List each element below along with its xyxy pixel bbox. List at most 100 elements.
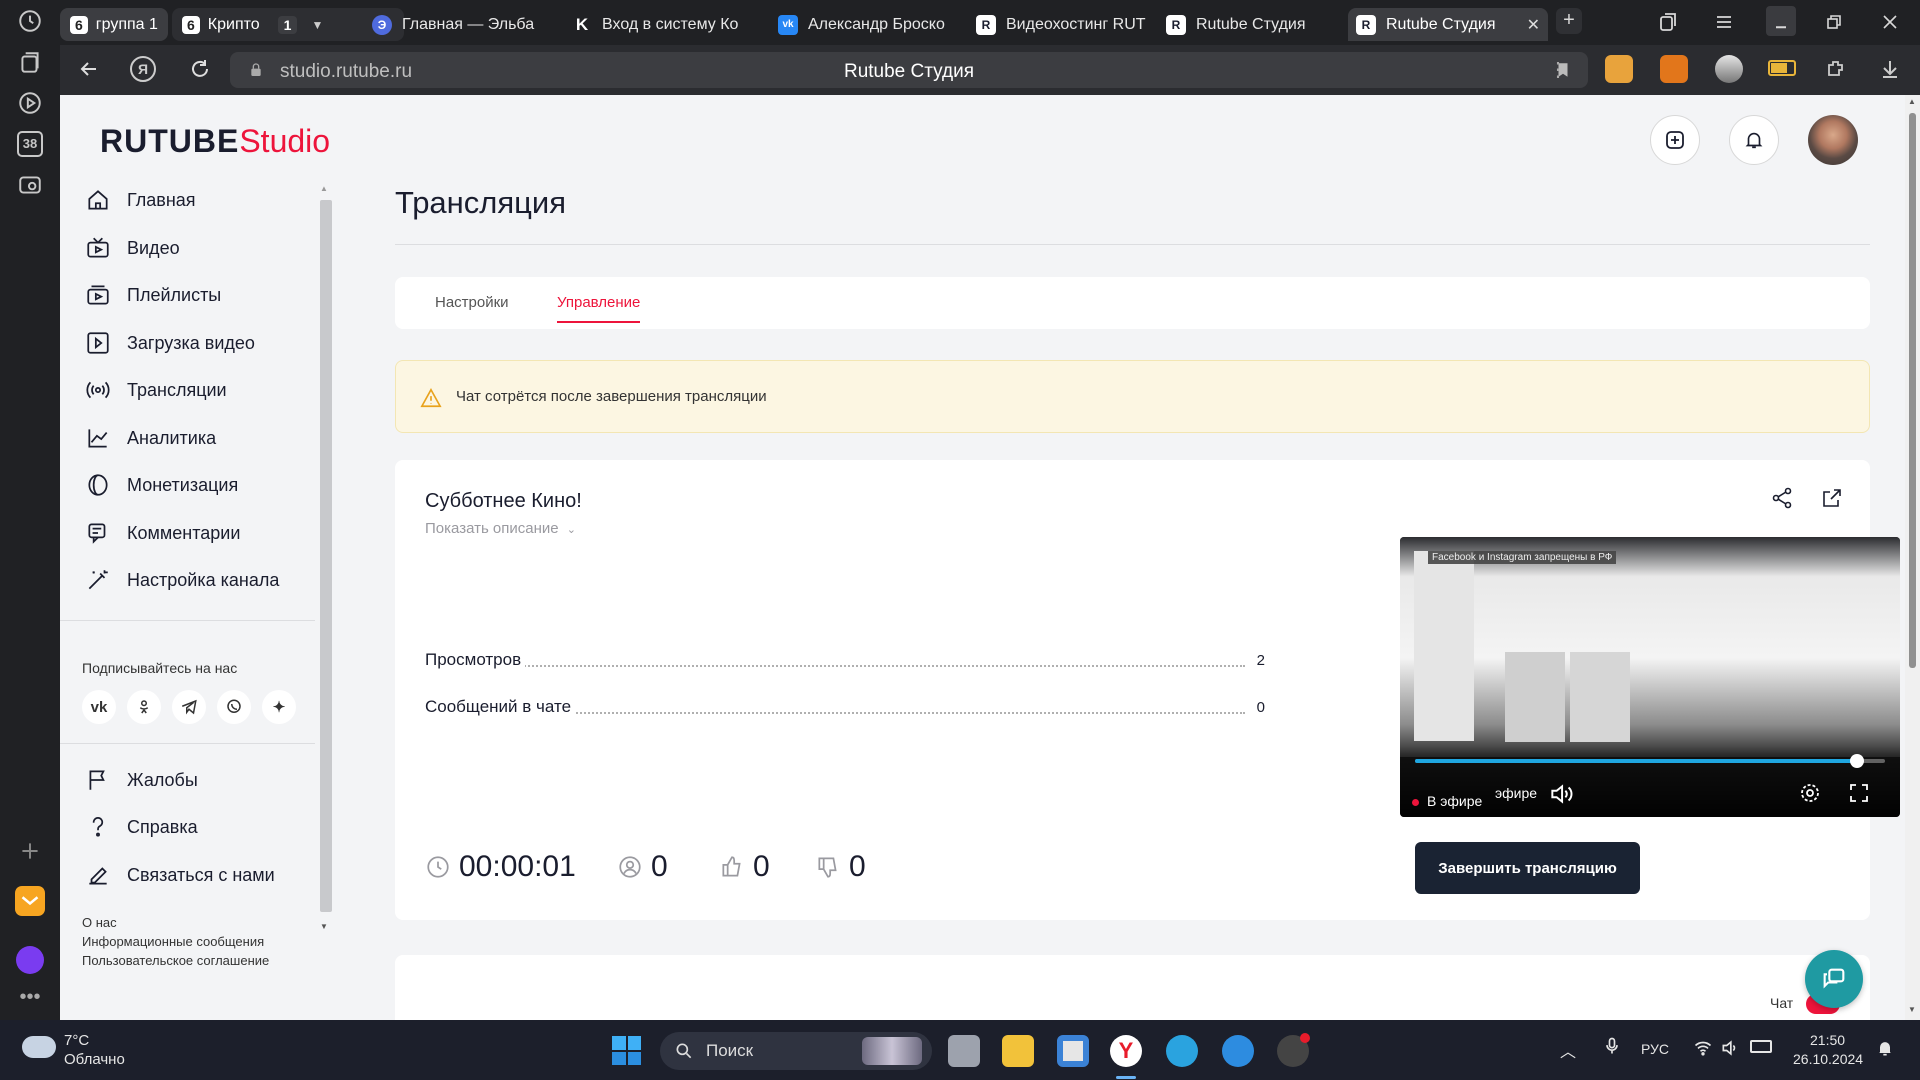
stream-duration: 00:00:01 (425, 850, 576, 884)
create-button[interactable] (1650, 115, 1700, 165)
reload-icon[interactable] (188, 57, 212, 81)
tray-chevron-up-icon[interactable]: ︿ (1560, 1038, 1576, 1062)
extension-1-icon[interactable] (1605, 55, 1633, 83)
minimize-icon[interactable] (1766, 6, 1796, 36)
new-tab-icon[interactable]: + (1556, 8, 1582, 34)
more-icon[interactable]: ••• (17, 987, 43, 1016)
mail-app-icon[interactable] (15, 886, 45, 916)
scroll-down-icon[interactable]: ▼ (1908, 1005, 1916, 1014)
sidebar-item-broadcasts[interactable]: Трансляции (85, 370, 227, 410)
tab-kontur[interactable]: K Вход в систему Ко (564, 8, 794, 41)
store-icon[interactable] (1057, 1035, 1089, 1067)
chat-support-button[interactable] (1805, 950, 1863, 1008)
sidebar-item-monetization[interactable]: Монетизация (85, 465, 238, 505)
player-progress-knob[interactable] (1849, 754, 1864, 768)
page-scrollbar[interactable]: ▲ ▼ (1905, 95, 1920, 1020)
zen-social-icon[interactable]: ✦ (262, 690, 296, 724)
notification-bell-icon[interactable] (1875, 1038, 1895, 1058)
telegram-social-icon[interactable] (172, 690, 206, 724)
rutube-studio-logo[interactable]: RUTUBEStudio (100, 123, 330, 160)
volume-tray-icon[interactable] (1720, 1038, 1740, 1058)
battery-tray-icon[interactable] (1750, 1040, 1772, 1053)
scroll-up-icon[interactable]: ▲ (1908, 97, 1916, 106)
player-progress-bar[interactable] (1415, 754, 1885, 768)
weather-desc[interactable]: Облачно (64, 1051, 125, 1068)
zoom-app-icon[interactable] (1222, 1035, 1254, 1067)
sidebar-item-home[interactable]: Главная (85, 180, 196, 220)
sidebar-item-upload[interactable]: Загрузка видео (85, 323, 255, 363)
external-link-icon[interactable] (1820, 486, 1844, 510)
screenshot-icon[interactable] (17, 172, 43, 198)
ok-social-icon[interactable] (127, 690, 161, 724)
restore-icon[interactable] (1822, 10, 1848, 36)
cloud-weather-icon[interactable] (22, 1036, 56, 1058)
scroll-down-icon[interactable]: ▼ (320, 922, 328, 931)
tab-rutube-studio-active[interactable]: R Rutube Студия ✕ (1348, 8, 1548, 41)
page-scroll-thumb[interactable] (1909, 113, 1916, 668)
add-panel-icon[interactable] (17, 838, 43, 864)
url-box[interactable]: studio.rutube.ru Rutube Студия (230, 52, 1588, 88)
share-icon[interactable] (1770, 486, 1794, 510)
extensions-icon[interactable] (1824, 57, 1848, 81)
sidebar-item-analytics[interactable]: Аналитика (85, 418, 216, 458)
windows-start-icon[interactable] (612, 1036, 641, 1065)
download-icon[interactable] (1878, 57, 1902, 81)
notifications-button[interactable] (1729, 115, 1779, 165)
volume-icon[interactable] (1548, 781, 1574, 807)
telegram-app-icon[interactable] (1166, 1035, 1198, 1067)
viber-social-icon[interactable] (217, 690, 251, 724)
weather-temp[interactable]: 7°C (64, 1032, 89, 1049)
yandex-icon[interactable]: Я (130, 56, 156, 82)
yandex-browser-icon[interactable]: Y (1110, 1035, 1142, 1067)
logo-sub-text: Studio (239, 123, 331, 159)
alice-assistant-icon[interactable] (16, 946, 44, 974)
more-vertical-icon[interactable]: ⋮ (1548, 57, 1568, 82)
scroll-up-icon[interactable]: ▲ (320, 184, 328, 193)
language-indicator[interactable]: РУС (1641, 1041, 1669, 1057)
close-window-icon[interactable] (1878, 10, 1904, 36)
sidebar-item-contact[interactable]: Связаться с нами (85, 855, 275, 895)
sidebar-scrollbar[interactable]: ▲ ▼ (316, 180, 334, 1020)
taskbar-search[interactable]: Поиск (660, 1032, 932, 1070)
sidebar-item-complaints[interactable]: Жалобы (85, 760, 198, 800)
file-explorer-icon[interactable] (1002, 1035, 1034, 1067)
video-player[interactable]: Facebook и Instagram запрещены в РФ В эф… (1400, 537, 1900, 817)
back-arrow-icon[interactable] (77, 57, 101, 81)
microphone-icon[interactable] (1602, 1036, 1622, 1056)
close-tab-icon[interactable]: ✕ (1527, 15, 1540, 35)
tab-group-1[interactable]: 6 группа 1 (60, 8, 168, 41)
sidebar-item-comments[interactable]: Комментарии (85, 513, 240, 553)
collections-icon[interactable] (17, 50, 43, 76)
calendar-badge-icon[interactable]: 38 (17, 131, 43, 157)
chevron-down-icon[interactable]: ▼ (311, 18, 323, 32)
tab-management[interactable]: Управление (557, 294, 641, 323)
footer-link-info[interactable]: Информационные сообщения (82, 934, 264, 949)
sidebar-item-playlists[interactable]: Плейлисты (85, 275, 221, 315)
footer-link-about[interactable]: О нас (82, 915, 117, 930)
clock-date[interactable]: 26.10.2024 (1793, 1051, 1863, 1067)
sidebar-item-video[interactable]: Видео (85, 228, 180, 268)
tab-list-icon[interactable] (1656, 10, 1682, 36)
history-icon[interactable] (17, 8, 43, 34)
tab-vk[interactable]: vk Александр Броско (770, 8, 980, 41)
end-broadcast-button[interactable]: Завершить трансляцию (1415, 842, 1640, 894)
tab-settings[interactable]: Настройки (435, 294, 509, 311)
play-icon[interactable] (17, 90, 43, 116)
sidebar-item-channel-settings[interactable]: Настройка канала (85, 560, 279, 600)
fullscreen-icon[interactable] (1847, 781, 1871, 805)
settings-gear-icon[interactable] (1798, 781, 1822, 805)
wifi-icon[interactable] (1693, 1038, 1713, 1058)
task-view-icon[interactable] (948, 1035, 980, 1067)
battery-extension-icon[interactable] (1768, 60, 1796, 76)
tab-elba[interactable]: Э Главная — Эльба (364, 8, 564, 41)
avatar[interactable] (1808, 115, 1858, 165)
show-description-toggle[interactable]: Показать описание ⌄ (425, 520, 576, 537)
metamask-icon[interactable] (1660, 55, 1688, 83)
footer-link-agreement[interactable]: Пользовательское соглашение (82, 953, 269, 968)
menu-icon[interactable] (1712, 10, 1738, 36)
sidebar-scroll-thumb[interactable] (320, 200, 332, 912)
extension-3-icon[interactable] (1715, 55, 1743, 83)
sidebar-item-help[interactable]: Справка (85, 807, 198, 847)
vk-social-icon[interactable]: vk (82, 690, 116, 724)
clock-time[interactable]: 21:50 (1810, 1032, 1845, 1048)
